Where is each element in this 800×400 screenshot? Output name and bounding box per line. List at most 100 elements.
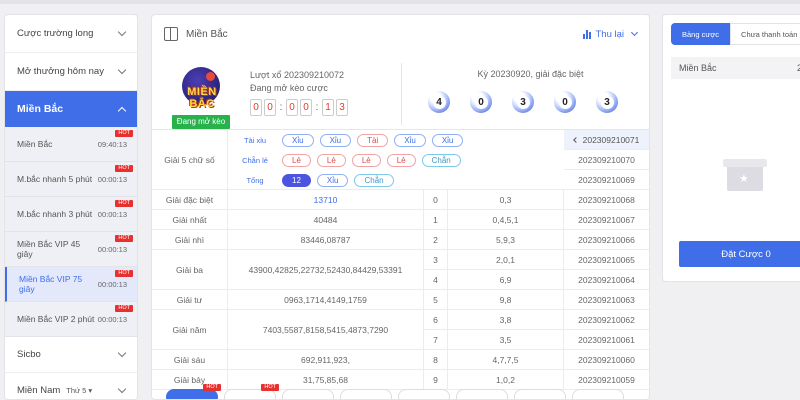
hot-badge: HOT: [115, 200, 133, 207]
sidebar-item-label: Cược trường long: [17, 28, 94, 39]
tab-bet-slip[interactable]: Bảng cược: [671, 23, 731, 45]
stat-pill: Lẻ: [351, 153, 381, 167]
game-logo: MIỀN BẮC: [174, 67, 230, 115]
head-digit: 5: [424, 290, 448, 309]
game-item[interactable]: Miền Bắc VIP 2 phút 00:00:13 HOT: [5, 302, 137, 337]
hot-badge: HOT: [203, 384, 221, 391]
sidebar-item-mien-bac[interactable]: Miền Bắc: [5, 91, 137, 127]
main-header: Miền Bắc Thu lại: [152, 15, 649, 53]
game-list: Miền Bắc 09:40:13 HOT M.bắc nhanh 5 phút 00:…: [5, 127, 137, 337]
sidebar-item-open-today[interactable]: Mở thưởng hôm nay: [5, 53, 137, 91]
game-tab[interactable]: [456, 389, 508, 399]
hot-badge: HOT: [115, 270, 133, 277]
stat-pill: Lẻ: [282, 153, 311, 167]
table-row: Giải nhì 83446,08787 2 5,9,3: [152, 230, 649, 250]
tail-digits: 4,7,7,5: [448, 350, 564, 369]
sidebar-item-long-bets[interactable]: Cược trường long: [5, 15, 137, 53]
period-id[interactable]: 202309210069: [564, 170, 649, 190]
history-link[interactable]: Thu lại: [583, 29, 639, 40]
result-ball: 3: [596, 91, 618, 113]
stat-pill: Chẵn: [421, 153, 461, 167]
result-ball: 3: [512, 91, 534, 113]
tail-digits: 3,8: [448, 310, 564, 330]
tail-digits: 3,5: [448, 330, 564, 350]
game-countdown: 00:00:13: [97, 244, 127, 254]
chevron-down-icon: [117, 27, 127, 37]
page-title: Miền Bắc: [186, 28, 228, 40]
prize-numbers: 692,911,923,: [228, 350, 424, 369]
chevron-left-icon: [572, 136, 579, 143]
game-tab[interactable]: HOT: [166, 384, 221, 399]
table-row: Giải năm 7403,5587,8158,5415,4873,7290 6 3,…: [152, 310, 649, 350]
game-tab[interactable]: [514, 389, 566, 399]
game-countdown: 09:40:13: [97, 139, 127, 149]
period-id[interactable]: 202309210070: [564, 150, 649, 170]
chevron-down-icon: [117, 65, 127, 75]
stat-pill: 12: [282, 173, 311, 187]
chevron-down-icon: [117, 384, 127, 394]
prize-numbers: 13710: [228, 190, 424, 209]
stat-label: Chẵn lẻ: [242, 155, 268, 165]
table-row: Giải sáu 692,911,923, 8 4,7,7,5: [152, 350, 649, 370]
game-item[interactable]: Miền Bắc VIP 45 giây 00:00:13 HOT: [5, 232, 137, 267]
tail-digits: 6,9: [448, 270, 564, 290]
stat-pill: Xỉu: [431, 133, 464, 147]
prize-numbers: 0963,1714,4149,1759: [228, 290, 424, 309]
countdown-digit: 0: [300, 99, 312, 116]
sidebar: Cược trường long Mở thưởng hôm nay Miền …: [4, 14, 138, 400]
prize-label: Giải nhất: [152, 210, 228, 229]
place-bet-button[interactable]: Đặt Cược 0: [679, 241, 800, 267]
game-item[interactable]: M.bắc nhanh 3 phút 00:00:13 HOT: [5, 197, 137, 232]
table-row: Giải đặc biệt 13710 0 0,3: [152, 190, 649, 210]
head-digit: 7: [424, 330, 448, 350]
empty-box-icon: ★: [719, 145, 771, 205]
day-select[interactable]: Thứ 5 ▾: [66, 386, 92, 395]
game-tab[interactable]: [340, 389, 392, 399]
countdown-digit: 3: [336, 99, 348, 116]
special-prize-balls: 40303: [428, 91, 618, 113]
stat-label: Tài xỉu: [243, 135, 267, 145]
prize-label: Giải sáu: [152, 350, 228, 369]
head-digit: 1: [424, 210, 448, 229]
head-digit: 4: [424, 270, 448, 290]
tail-digits: 2,0,1: [448, 250, 564, 270]
head-digit: 2: [424, 230, 448, 249]
prize-label: Giải đặc biệt: [152, 190, 228, 209]
results-table: Giải 5 chữ số Tài xỉu Xỉu Xỉu Tài Xỉu Xỉu Chẵn …: [152, 129, 649, 390]
game-name: Miền Bắc VIP 2 phút: [17, 314, 95, 324]
chevron-up-icon: [117, 106, 127, 115]
game-tab[interactable]: [398, 389, 450, 399]
draw-info: MIỀN BẮC Đang mở kèo Lượt xổ 20230921007…: [152, 59, 649, 137]
game-name: Miền Bắc VIP 75 giây: [19, 274, 83, 294]
game-item[interactable]: M.bắc nhanh 5 phút 00:00:13 HOT: [5, 162, 137, 197]
game-item[interactable]: Miền Bắc 09:40:13 HOT: [5, 127, 137, 162]
tail-digits: 5,9,3: [448, 230, 564, 249]
game-tab[interactable]: [282, 389, 334, 399]
table-row: Giải bảy 31,75,85,68 9 1,0,2: [152, 370, 649, 390]
tab-unpaid[interactable]: Chưa thanh toán: [730, 23, 800, 45]
game-tab[interactable]: [572, 389, 624, 399]
stat-pill: Xỉu: [282, 133, 314, 147]
sidebar-item-mien-nam[interactable]: Miền Nam Thứ 5 ▾: [5, 373, 137, 399]
draw-period: Lượt xổ 202309210072 Đang mở kèo cược: [250, 70, 345, 93]
divider: [401, 63, 402, 125]
countdown-digit: 0: [286, 99, 298, 116]
tail-digits: 1,0,2: [448, 370, 564, 389]
game-name: Miền Bắc: [17, 139, 53, 149]
stat-pill: Chẵn: [354, 173, 394, 187]
tail-digits: 9,8: [448, 290, 564, 309]
game-item[interactable]: Miền Bắc VIP 75 giây 00:00:13 HOT: [5, 267, 137, 302]
head-digit: 0: [424, 190, 448, 209]
tail-digits: 0,3: [448, 190, 564, 209]
sidebar-item-sicbo[interactable]: Sicbo: [5, 337, 137, 373]
game-name: M.bắc nhanh 3 phút: [17, 209, 93, 219]
prize-numbers: 40484: [228, 210, 424, 229]
result-ball: 0: [554, 91, 576, 113]
result-ball: 0: [470, 91, 492, 113]
top-bar: [0, 0, 800, 4]
period-id[interactable]: 202309210071: [564, 130, 649, 150]
stat-pill: Tài: [357, 133, 389, 147]
game-countdown: 00:00:13: [97, 314, 127, 324]
game-tab[interactable]: HOT: [224, 384, 279, 399]
table-row: Giải nhất 40484 1 0,4,5,1: [152, 210, 649, 230]
